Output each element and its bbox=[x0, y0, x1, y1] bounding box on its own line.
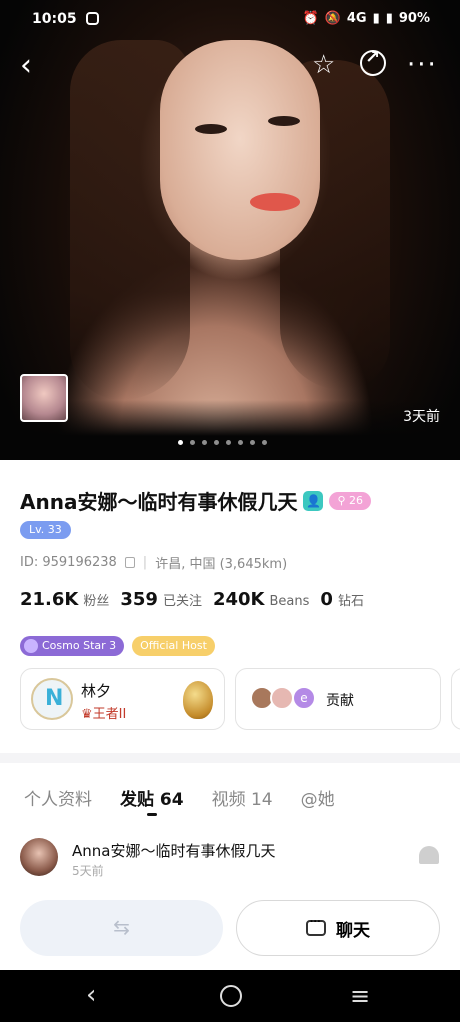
verified-user-icon: 👤 bbox=[303, 490, 324, 511]
pager-dot bbox=[190, 440, 195, 445]
pager-dot bbox=[226, 440, 231, 445]
pager-dot bbox=[262, 440, 267, 445]
profile-name: Anna安娜～临时有事休假几天 bbox=[20, 490, 298, 514]
stat-value: 0 bbox=[320, 589, 333, 610]
level-badge: Lv. 33 bbox=[20, 521, 71, 539]
tab-posts[interactable]: 发贴 64 bbox=[120, 785, 184, 816]
more-card[interactable] bbox=[451, 668, 460, 730]
stat-value[interactable]: 21.6K bbox=[20, 589, 78, 610]
separator: | bbox=[142, 555, 148, 570]
fan-badge[interactable]: ⚲ 26 bbox=[329, 491, 372, 510]
status-bar: 10:05 ⏰ 🔕 4G ▮ ▮ 90% bbox=[0, 0, 460, 38]
signal-icon: ▮ bbox=[372, 11, 380, 26]
cosmo-star-tag[interactable]: Cosmo Star 3 bbox=[20, 636, 125, 656]
back-icon[interactable]: ‹ bbox=[20, 48, 32, 83]
pager-dot bbox=[214, 440, 219, 445]
pager-dot bbox=[202, 440, 207, 445]
chat-label: 聊天 bbox=[336, 920, 370, 940]
guardian-avatar bbox=[31, 678, 73, 720]
chat-bubble-icon bbox=[306, 916, 326, 936]
golden-egg-icon bbox=[183, 681, 213, 719]
nav-home-icon[interactable] bbox=[220, 985, 242, 1007]
guardian-card[interactable]: 林夕 ♛王者II bbox=[20, 668, 225, 730]
user-id: ID: 959196238 bbox=[20, 555, 117, 570]
tab-mentions[interactable]: @她 bbox=[301, 785, 335, 810]
fan-badge-icon: ⚲ bbox=[337, 493, 350, 507]
chat-button[interactable]: 聊天 bbox=[236, 900, 440, 956]
photo-thumbnail[interactable] bbox=[20, 374, 68, 422]
stat-label[interactable]: 粉丝 bbox=[83, 590, 109, 609]
fan-badge-count: 26 bbox=[349, 493, 364, 507]
profile-photo[interactable]: 10:05 ⏰ 🔕 4G ▮ ▮ 90% ‹ ☆ ··· 3天前 bbox=[0, 0, 460, 460]
status-time: 10:05 bbox=[32, 11, 77, 27]
profile-tabs: 个人资料 发贴 64 视频 14 @她 bbox=[24, 785, 363, 816]
stats-row: 21.6K 粉丝 359 已关注 240K Beans 0 钻石 bbox=[20, 589, 370, 610]
pager-dot bbox=[238, 440, 243, 445]
bell-icon[interactable] bbox=[419, 846, 439, 864]
official-host-tag[interactable]: Official Host bbox=[132, 636, 215, 656]
pager-dot bbox=[178, 440, 183, 445]
contributor-avatar: e bbox=[292, 686, 316, 710]
guardian-name: 林夕 bbox=[81, 682, 112, 700]
section-divider bbox=[0, 753, 460, 763]
nav-menu-icon[interactable]: ≡ bbox=[350, 982, 370, 1010]
user-location: 许昌, 中国 (3,645km) bbox=[155, 557, 288, 572]
tab-videos[interactable]: 视频 14 bbox=[212, 785, 273, 810]
photo-eye-left bbox=[195, 124, 227, 134]
guardian-rank-label: 王者II bbox=[92, 707, 127, 722]
instagram-icon bbox=[86, 12, 99, 25]
battery-icon: ▮ bbox=[385, 11, 393, 26]
mute-icon: 🔕 bbox=[324, 11, 341, 26]
contribution-label: 贡献 bbox=[326, 693, 354, 709]
nav-back-icon[interactable]: ‹ bbox=[86, 980, 96, 1010]
contributor-avatar bbox=[270, 686, 294, 710]
photo-lips bbox=[250, 193, 300, 211]
more-icon[interactable]: ··· bbox=[407, 50, 438, 80]
system-nav-bar: ‹ ≡ bbox=[0, 970, 460, 1022]
copy-icon[interactable] bbox=[124, 557, 135, 568]
stat-label: Beans bbox=[269, 594, 310, 609]
stat-label: 钻石 bbox=[337, 594, 364, 609]
post-time: 5天前 bbox=[72, 864, 104, 878]
profile-name-row: Anna安娜～临时有事休假几天 👤 ⚲ 26 bbox=[20, 486, 372, 515]
status-right: ⏰ 🔕 4G ▮ ▮ 90% bbox=[302, 11, 430, 26]
alarm-icon: ⏰ bbox=[302, 11, 319, 26]
photo-time-ago: 3天前 bbox=[403, 409, 440, 425]
stat-value[interactable]: 359 bbox=[120, 589, 158, 610]
post-author: Anna安娜～临时有事休假几天 bbox=[72, 842, 276, 860]
photo-bottom-shade bbox=[0, 400, 460, 460]
photo-eye-right bbox=[268, 116, 300, 126]
swap-button[interactable]: ⇆ bbox=[20, 900, 223, 956]
cosmo-star-icon bbox=[24, 639, 38, 653]
badge-tags: Cosmo Star 3 Official Host bbox=[20, 636, 215, 656]
bottom-action-bar: ⇆ 聊天 bbox=[0, 884, 460, 970]
share-icon[interactable] bbox=[360, 47, 386, 76]
stat-label[interactable]: 已关注 bbox=[163, 590, 202, 609]
photo-face bbox=[160, 40, 320, 260]
contribution-card[interactable]: e 贡献 bbox=[235, 668, 441, 730]
tab-profile[interactable]: 个人资料 bbox=[24, 785, 92, 810]
avatar[interactable] bbox=[20, 838, 58, 876]
stat-value: 240K bbox=[212, 589, 265, 610]
photo-pager-dots bbox=[178, 440, 267, 445]
star-plus-icon[interactable]: ☆ bbox=[312, 50, 335, 80]
cosmo-star-label: Cosmo Star 3 bbox=[42, 639, 117, 652]
id-line: ID: 959196238 | 许昌, 中国 (3,645km) bbox=[20, 553, 287, 572]
network-label: 4G bbox=[346, 11, 367, 26]
crown-icon: ♛ bbox=[81, 707, 93, 722]
pager-dot bbox=[250, 440, 255, 445]
battery-level: 90% bbox=[398, 11, 430, 26]
guardian-rank: ♛王者II bbox=[81, 703, 126, 722]
